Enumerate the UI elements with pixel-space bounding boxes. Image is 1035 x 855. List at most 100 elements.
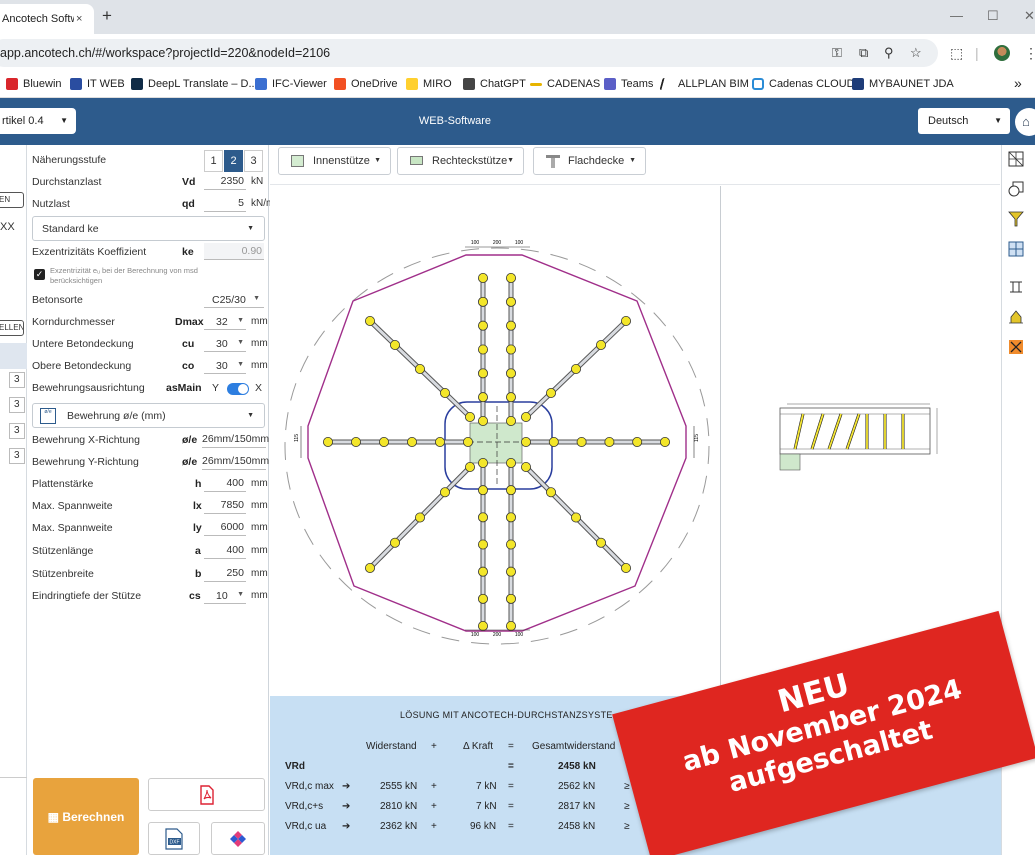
bookmark-miro[interactable]: MIRO bbox=[406, 78, 452, 90]
bookmark-ifc-viewer[interactable]: IFC-Viewer bbox=[255, 78, 327, 90]
cs-select[interactable]: 10 ▼ bbox=[204, 587, 246, 604]
h-input[interactable]: 400 bbox=[204, 475, 246, 492]
anchor-tool-icon[interactable] bbox=[1008, 309, 1035, 333]
tree-item-count[interactable]: 3 bbox=[9, 397, 25, 413]
load-input[interactable]: 2350 bbox=[204, 173, 246, 190]
bookmark-itweb[interactable]: IT WEB bbox=[70, 78, 125, 90]
row-resistance: 2555 kN bbox=[380, 781, 418, 792]
tree-item-count[interactable]: 3 bbox=[9, 372, 25, 388]
asmain-toggle[interactable] bbox=[227, 383, 249, 395]
browser-tab[interactable]: Ancotech Softw × bbox=[0, 4, 94, 34]
svg-text:DXF: DXF bbox=[170, 840, 180, 846]
star-icon[interactable]: ☆ bbox=[910, 45, 922, 61]
delete-tool-icon[interactable] bbox=[1008, 339, 1035, 363]
reinf-x-value[interactable]: 26mm/150mm bbox=[202, 431, 269, 448]
onedrive-icon bbox=[334, 78, 346, 90]
eccentricity-checkbox[interactable]: ✓ bbox=[34, 269, 45, 280]
tree-item-count[interactable]: 3 bbox=[9, 423, 25, 439]
bookmark-onedrive[interactable]: OneDrive bbox=[334, 78, 397, 90]
profile-avatar[interactable] bbox=[994, 45, 1010, 61]
co-select[interactable]: 30 ▼ bbox=[204, 357, 246, 374]
minimize-icon[interactable]: — bbox=[950, 8, 963, 23]
menu-icon[interactable]: ⋮ bbox=[1024, 45, 1035, 62]
co-value: 30 bbox=[216, 360, 228, 372]
pdf-export-button[interactable] bbox=[148, 778, 265, 811]
dmax-select[interactable]: 32 ▼ bbox=[204, 313, 246, 330]
b-input[interactable]: 250 bbox=[204, 565, 246, 582]
tree-item-count[interactable]: 3 bbox=[9, 448, 25, 464]
bookmark-chatgpt[interactable]: ChatGPT bbox=[463, 78, 526, 90]
bookmark-bluewin[interactable]: Bluewin bbox=[6, 78, 62, 90]
tree-button-2[interactable]: ELLEN bbox=[0, 320, 24, 336]
lx-input[interactable]: 7850 bbox=[204, 497, 246, 514]
stud bbox=[365, 562, 376, 573]
key-icon[interactable]: ⚿ bbox=[832, 45, 842, 61]
a-input[interactable]: 400 bbox=[204, 542, 246, 559]
bookmark-label: Cadenas CLOUD bbox=[769, 78, 855, 90]
level-2-button[interactable]: 2 bbox=[224, 150, 243, 172]
new-tab-button[interactable]: + bbox=[102, 6, 112, 26]
url-field[interactable]: app.ancotech.ch/#/workspace?projectId=22… bbox=[0, 39, 938, 67]
reinf-y-value[interactable]: 26mm/150mm bbox=[202, 453, 269, 470]
column-type-select[interactable]: Innenstütze ▼ bbox=[278, 147, 391, 175]
close-window-icon[interactable]: ✕ bbox=[1024, 8, 1035, 24]
stud bbox=[520, 461, 531, 472]
open-external-icon[interactable]: ⧉ bbox=[859, 45, 868, 61]
concrete-select[interactable]: C25/30 ▼ bbox=[204, 291, 264, 308]
level-3-button[interactable]: 3 bbox=[244, 150, 263, 172]
calculate-button[interactable]: ▦ Berechnen bbox=[33, 778, 139, 855]
stud bbox=[477, 415, 488, 426]
rail-tool-icon[interactable] bbox=[1008, 279, 1035, 303]
bookmark-allplan[interactable]: ALLPLAN BIM bbox=[659, 78, 749, 90]
maximize-icon[interactable]: ☐ bbox=[987, 8, 999, 24]
drawing-toolbar: Innenstütze ▼ Rechteckstütze ▼ Flachdecke ▼ bbox=[270, 145, 1000, 185]
stud bbox=[351, 436, 362, 447]
bookmark-cadenas-cloud[interactable]: Cadenas CLOUD bbox=[752, 78, 855, 90]
layout-tool-icon[interactable] bbox=[1008, 241, 1035, 265]
level-1-button[interactable]: 1 bbox=[204, 150, 223, 172]
bookmark-mybaunet[interactable]: MYBAUNET JDA bbox=[852, 78, 954, 90]
shapes-tool-icon[interactable] bbox=[1008, 181, 1035, 205]
a-label: Stützenlänge bbox=[32, 545, 94, 557]
cs-value: 10 bbox=[216, 590, 228, 602]
filter-tool-icon[interactable] bbox=[1008, 211, 1035, 235]
bookmark-deepl[interactable]: DeepL Translate – D... bbox=[131, 78, 258, 90]
slab-type-value: Flachdecke bbox=[568, 155, 625, 167]
dim-label: 100 bbox=[515, 632, 524, 638]
more-bookmarks-button[interactable]: » bbox=[1014, 75, 1022, 91]
row-total: 2562 kN bbox=[558, 781, 596, 792]
reinf-x-row: Bewehrung X-Richtung ø/e 26mm/150mm bbox=[32, 430, 269, 450]
stud bbox=[414, 363, 425, 374]
slab-type-select[interactable]: Flachdecke ▼ bbox=[533, 147, 646, 175]
home-button[interactable]: ⌂ bbox=[1015, 108, 1035, 136]
column-shape-select[interactable]: Rechteckstütze ▼ bbox=[397, 147, 524, 175]
tree-selected-row[interactable] bbox=[0, 343, 27, 369]
reinforcement-select[interactable]: ø/e Bewehrung ø/e (mm) ▼ bbox=[32, 403, 265, 428]
bookmark-teams[interactable]: Teams bbox=[604, 78, 653, 90]
reinf-y-row: Bewehrung Y-Richtung ø/e 26mm/150mm bbox=[32, 452, 269, 472]
dxf-export-button[interactable]: DXF bbox=[148, 822, 200, 855]
ifc-export-button[interactable] bbox=[211, 822, 265, 855]
grid-tool-icon[interactable] bbox=[1008, 151, 1035, 175]
concrete-value: C25/30 bbox=[212, 294, 246, 306]
stud bbox=[505, 320, 516, 331]
tree-button-1[interactable]: EN bbox=[0, 192, 24, 208]
bookmark-cadenas[interactable]: CADENAS bbox=[530, 78, 600, 90]
cu-select[interactable]: 30 ▼ bbox=[204, 335, 246, 352]
live-load-input[interactable]: 5 bbox=[204, 195, 246, 212]
stud bbox=[406, 436, 417, 447]
ifc-icon bbox=[230, 831, 246, 847]
stud bbox=[477, 620, 488, 631]
zoom-icon[interactable]: ⚲ bbox=[884, 45, 894, 61]
arrow-icon: ➔ bbox=[342, 781, 351, 792]
language-select[interactable]: Deutsch ▼ bbox=[918, 108, 1010, 134]
stud bbox=[505, 368, 516, 379]
ly-input[interactable]: 6000 bbox=[204, 519, 246, 536]
ke-select[interactable]: Standard ke ▼ bbox=[32, 216, 265, 241]
view-divider[interactable] bbox=[720, 186, 721, 696]
co-label: Obere Betondeckung bbox=[32, 360, 132, 372]
close-tab-icon[interactable]: × bbox=[76, 13, 82, 25]
chevron-down-icon: ▼ bbox=[253, 295, 260, 302]
extensions-icon[interactable]: ⬚ bbox=[950, 45, 963, 62]
stud bbox=[390, 339, 401, 350]
